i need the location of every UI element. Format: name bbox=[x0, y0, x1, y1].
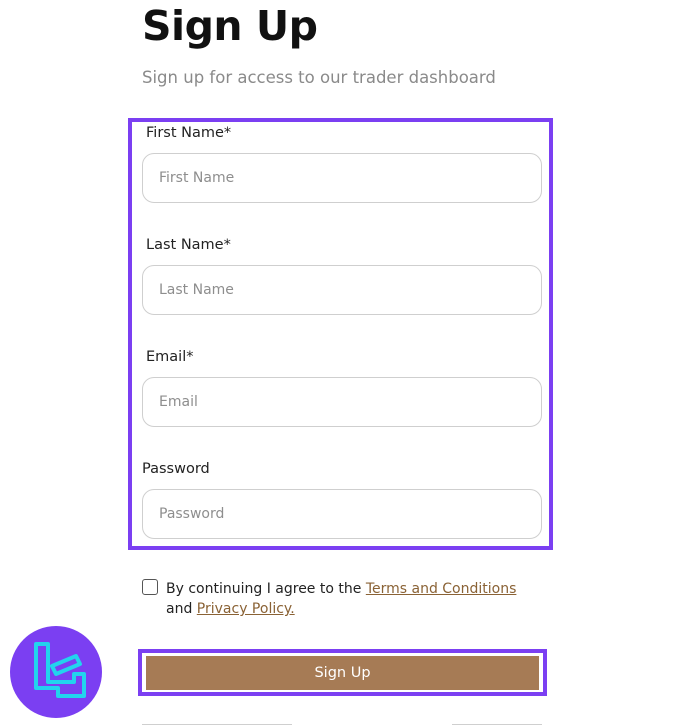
last-name-label: Last Name* bbox=[146, 237, 231, 253]
first-name-input[interactable] bbox=[142, 153, 542, 203]
agreement-prefix: By continuing I agree to the bbox=[166, 581, 366, 597]
email-input[interactable] bbox=[142, 377, 542, 427]
last-name-input[interactable] bbox=[142, 265, 542, 315]
agree-checkbox[interactable] bbox=[142, 579, 158, 595]
first-name-label: First Name* bbox=[146, 125, 232, 141]
agreement-text: By continuing I agree to the Terms and C… bbox=[166, 579, 546, 619]
password-input[interactable] bbox=[142, 489, 542, 539]
tc-logo-glyph bbox=[34, 642, 86, 698]
page-subtitle: Sign up for access to our trader dashboa… bbox=[142, 68, 496, 87]
signup-button[interactable]: Sign Up bbox=[146, 656, 539, 690]
password-label: Password bbox=[142, 461, 210, 477]
bottom-divider-left bbox=[142, 724, 292, 725]
bottom-divider-right bbox=[452, 724, 542, 725]
tc-logo-icon bbox=[10, 626, 102, 718]
agreement-middle: and bbox=[166, 601, 197, 617]
email-label: Email* bbox=[146, 349, 194, 365]
privacy-link[interactable]: Privacy Policy. bbox=[197, 601, 295, 617]
page-title: Sign Up bbox=[142, 2, 318, 50]
terms-link[interactable]: Terms and Conditions bbox=[366, 581, 517, 597]
